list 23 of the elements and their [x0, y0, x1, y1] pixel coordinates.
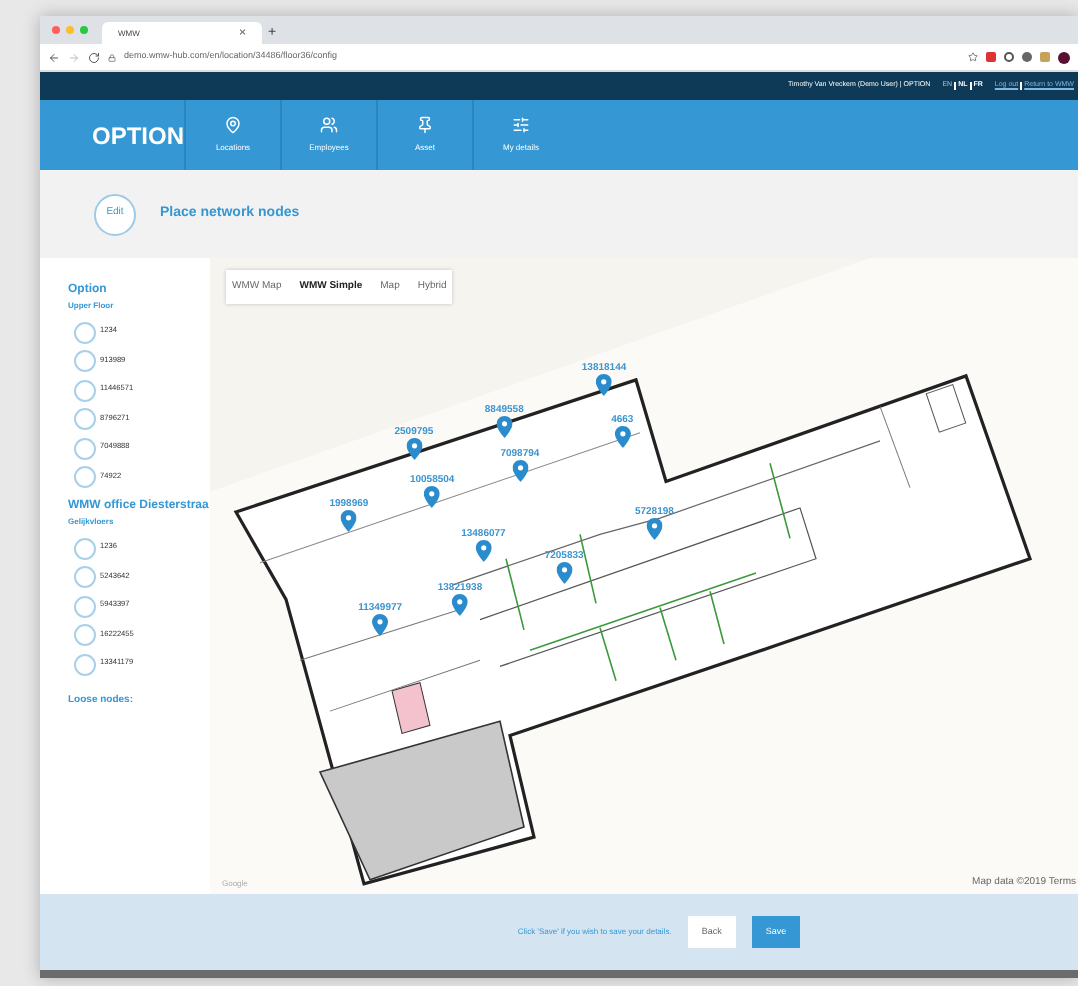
node-icon [74, 566, 96, 589]
close-window-icon[interactable] [52, 26, 60, 34]
node-icon [74, 624, 96, 647]
node-icon [74, 437, 96, 460]
node-icon [74, 466, 96, 489]
node-icon [74, 379, 96, 402]
pin-icon [416, 116, 434, 134]
node-icon [74, 350, 96, 373]
profile-avatar[interactable] [1058, 51, 1070, 63]
back-arrow-icon[interactable] [48, 51, 60, 63]
lock-icon [108, 53, 116, 61]
map-pin-icon[interactable] [596, 374, 613, 396]
node-icon [74, 595, 96, 618]
node-icon [74, 653, 96, 676]
reload-icon[interactable] [88, 51, 100, 63]
star-icon[interactable] [968, 52, 978, 62]
node-icon [74, 537, 96, 560]
node-icon [74, 321, 96, 344]
location-pin-icon [224, 116, 242, 134]
sliders-icon [512, 116, 530, 134]
node-icon [74, 408, 96, 431]
users-icon [320, 116, 338, 134]
map-pin-icon[interactable] [405, 438, 422, 461]
